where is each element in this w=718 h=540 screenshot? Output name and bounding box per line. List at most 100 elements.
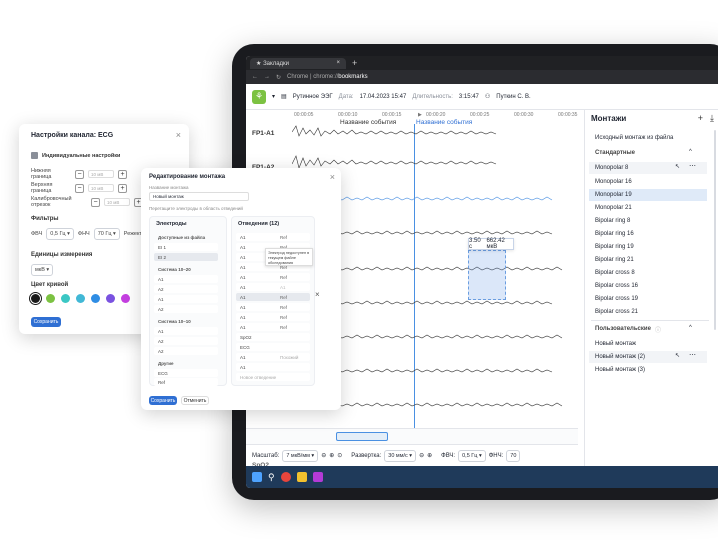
montage-item[interactable]: Bipolar ring 19 — [589, 241, 707, 253]
lead-row[interactable]: A1 A1 — [236, 283, 310, 291]
folder-icon[interactable] — [296, 472, 307, 482]
electrode-item[interactable]: Ref — [154, 378, 218, 386]
montage-item[interactable]: Bipolar ring 8 — [589, 215, 707, 227]
montage-item[interactable]: Bipolar cross 16 — [589, 280, 707, 292]
chevron-up-icon[interactable]: ^ — [689, 149, 692, 155]
montage-item-source[interactable]: Исходный монтаж из файла — [589, 132, 707, 144]
reload-icon[interactable]: ↻ — [276, 74, 281, 81]
navigator-window[interactable] — [336, 432, 388, 441]
new-tab-icon[interactable]: + — [352, 58, 357, 68]
lead-row[interactable]: A1 Ref — [236, 273, 310, 281]
electrode-item[interactable]: A2 — [154, 285, 218, 293]
color-swatch[interactable] — [46, 294, 55, 303]
url-bar[interactable]: ← → ↻ Chrome | chrome://bookmarks — [246, 70, 718, 84]
lead-row[interactable]: SpO2 — [236, 333, 310, 341]
electrode-item[interactable]: A2 — [154, 337, 218, 345]
color-swatch[interactable] — [121, 294, 130, 303]
electrode-item[interactable]: A2 — [154, 347, 218, 355]
montage-item-selected[interactable]: Monopolar 19 — [589, 189, 707, 201]
lpf-select[interactable]: 70 — [506, 449, 521, 462]
scale-select[interactable]: 7 мкВ/мм ▾ — [282, 449, 319, 462]
info-icon[interactable]: ⓘ — [655, 325, 661, 334]
upper-bound-input[interactable]: 10 мВ — [88, 184, 114, 192]
hpf-select[interactable]: 0,5 Гц ▾ — [458, 449, 486, 462]
close-icon[interactable]: × — [176, 130, 181, 140]
increment-button[interactable]: + — [118, 169, 127, 179]
electrode-item[interactable]: A1 — [154, 295, 218, 303]
more-icon[interactable]: ⋯ — [689, 162, 696, 170]
checkbox[interactable] — [31, 152, 38, 159]
decrement-button[interactable]: − — [75, 183, 84, 193]
lead-row[interactable]: ECG — [236, 343, 310, 351]
montage-item[interactable]: Monopolar 21 — [589, 202, 707, 214]
montage-name-input[interactable]: Новый монтаж — [149, 192, 249, 201]
lead-row[interactable]: A1 Ref — [236, 323, 310, 331]
electrode-item[interactable]: A1 — [154, 275, 218, 283]
chevron-up-icon[interactable]: ^ — [689, 325, 692, 331]
montage-item[interactable]: Bipolar cross 8 — [589, 267, 707, 279]
selection-region[interactable] — [468, 250, 506, 300]
section-standard[interactable]: Стандартные — [595, 150, 635, 156]
decrement-button[interactable]: − — [91, 197, 100, 207]
dropdown-icon[interactable]: ▾ — [272, 93, 275, 100]
back-icon[interactable]: ← — [252, 74, 258, 80]
zoom-out-icon[interactable]: ⊖ — [419, 452, 424, 459]
app-logo-icon[interactable]: ⚘ — [252, 89, 266, 104]
hpf-select[interactable]: 0,5 Гц ▾ — [46, 228, 74, 240]
browser-tab[interactable]: ★ Закладки × — [250, 57, 346, 69]
more-icon[interactable]: ⋯ — [689, 351, 696, 359]
montage-item-user[interactable]: Новый монтаж — [589, 338, 707, 350]
lead-row[interactable]: A1 — [236, 363, 310, 371]
scrollbar[interactable] — [714, 130, 716, 330]
save-button[interactable]: Сохранить — [149, 396, 177, 405]
group-header[interactable]: Доступные из файла — [154, 233, 218, 241]
montage-item-user[interactable]: Новый монтаж (3) — [589, 364, 707, 376]
zoom-out-icon[interactable]: ⊖ — [321, 452, 326, 459]
color-swatch[interactable] — [76, 294, 85, 303]
download-icon[interactable]: ⤓ — [710, 113, 714, 124]
electrode-item[interactable]: EI 1 — [154, 243, 218, 251]
montage-item[interactable]: Bipolar cross 19 — [589, 293, 707, 305]
app-icon[interactable] — [312, 472, 323, 482]
montage-item[interactable]: Monopolar 16 — [589, 176, 707, 188]
cancel-button[interactable]: Отменить — [181, 396, 209, 405]
increment-button[interactable]: + — [118, 183, 127, 193]
sweep-select[interactable]: 30 мм/с ▾ — [384, 449, 417, 462]
add-icon[interactable]: + — [698, 113, 703, 124]
group-header[interactable]: Другие — [154, 359, 218, 367]
montage-item[interactable]: Bipolar cross 21 — [589, 306, 707, 318]
play-icon[interactable]: ▶ — [418, 112, 422, 118]
chrome-icon[interactable] — [280, 472, 291, 482]
search-icon[interactable]: ⚲ — [268, 472, 275, 483]
zoom-in-icon[interactable]: ⊕ — [427, 452, 432, 459]
close-icon[interactable]: × — [336, 60, 340, 66]
calib-input[interactable]: 10 мВ — [104, 198, 130, 206]
lead-row[interactable]: A1 Ref — [236, 303, 310, 311]
decrement-button[interactable]: − — [75, 169, 84, 179]
lead-row[interactable]: A1 Ref — [236, 313, 310, 321]
save-button[interactable]: Сохранить — [31, 317, 61, 327]
lower-bound-input[interactable]: 10 мВ — [88, 170, 114, 178]
color-swatch-selected[interactable] — [29, 292, 42, 305]
close-icon[interactable]: × — [330, 172, 335, 182]
section-user[interactable]: Пользовательские — [595, 326, 651, 332]
electrode-item[interactable]: EI 2 — [154, 253, 218, 261]
add-lead-row[interactable]: Новое отведение — [236, 373, 310, 381]
electrode-item[interactable]: A1 — [154, 327, 218, 335]
color-swatch[interactable] — [106, 294, 115, 303]
electrode-item[interactable]: ECG — [154, 369, 218, 377]
montage-item[interactable]: Bipolar ring 21 — [589, 254, 707, 266]
zoom-reset-icon[interactable]: ⊙ — [337, 452, 342, 459]
units-select[interactable]: мкВ ▾ — [31, 264, 54, 276]
zoom-in-icon[interactable]: ⊕ — [329, 452, 334, 459]
lead-row[interactable]: A1 Ref — [236, 233, 310, 241]
electrode-item[interactable]: A2 — [154, 305, 218, 313]
group-header[interactable]: Система 10–20 — [154, 265, 218, 273]
close-icon[interactable]: × — [315, 290, 320, 299]
lead-row[interactable]: A1 Похожий — [236, 353, 310, 361]
overview-navigator[interactable] — [246, 428, 578, 444]
forward-icon[interactable]: → — [264, 74, 270, 80]
color-swatch[interactable] — [61, 294, 70, 303]
color-swatch[interactable] — [91, 294, 100, 303]
lead-row[interactable]: A1 Ref — [236, 293, 310, 301]
